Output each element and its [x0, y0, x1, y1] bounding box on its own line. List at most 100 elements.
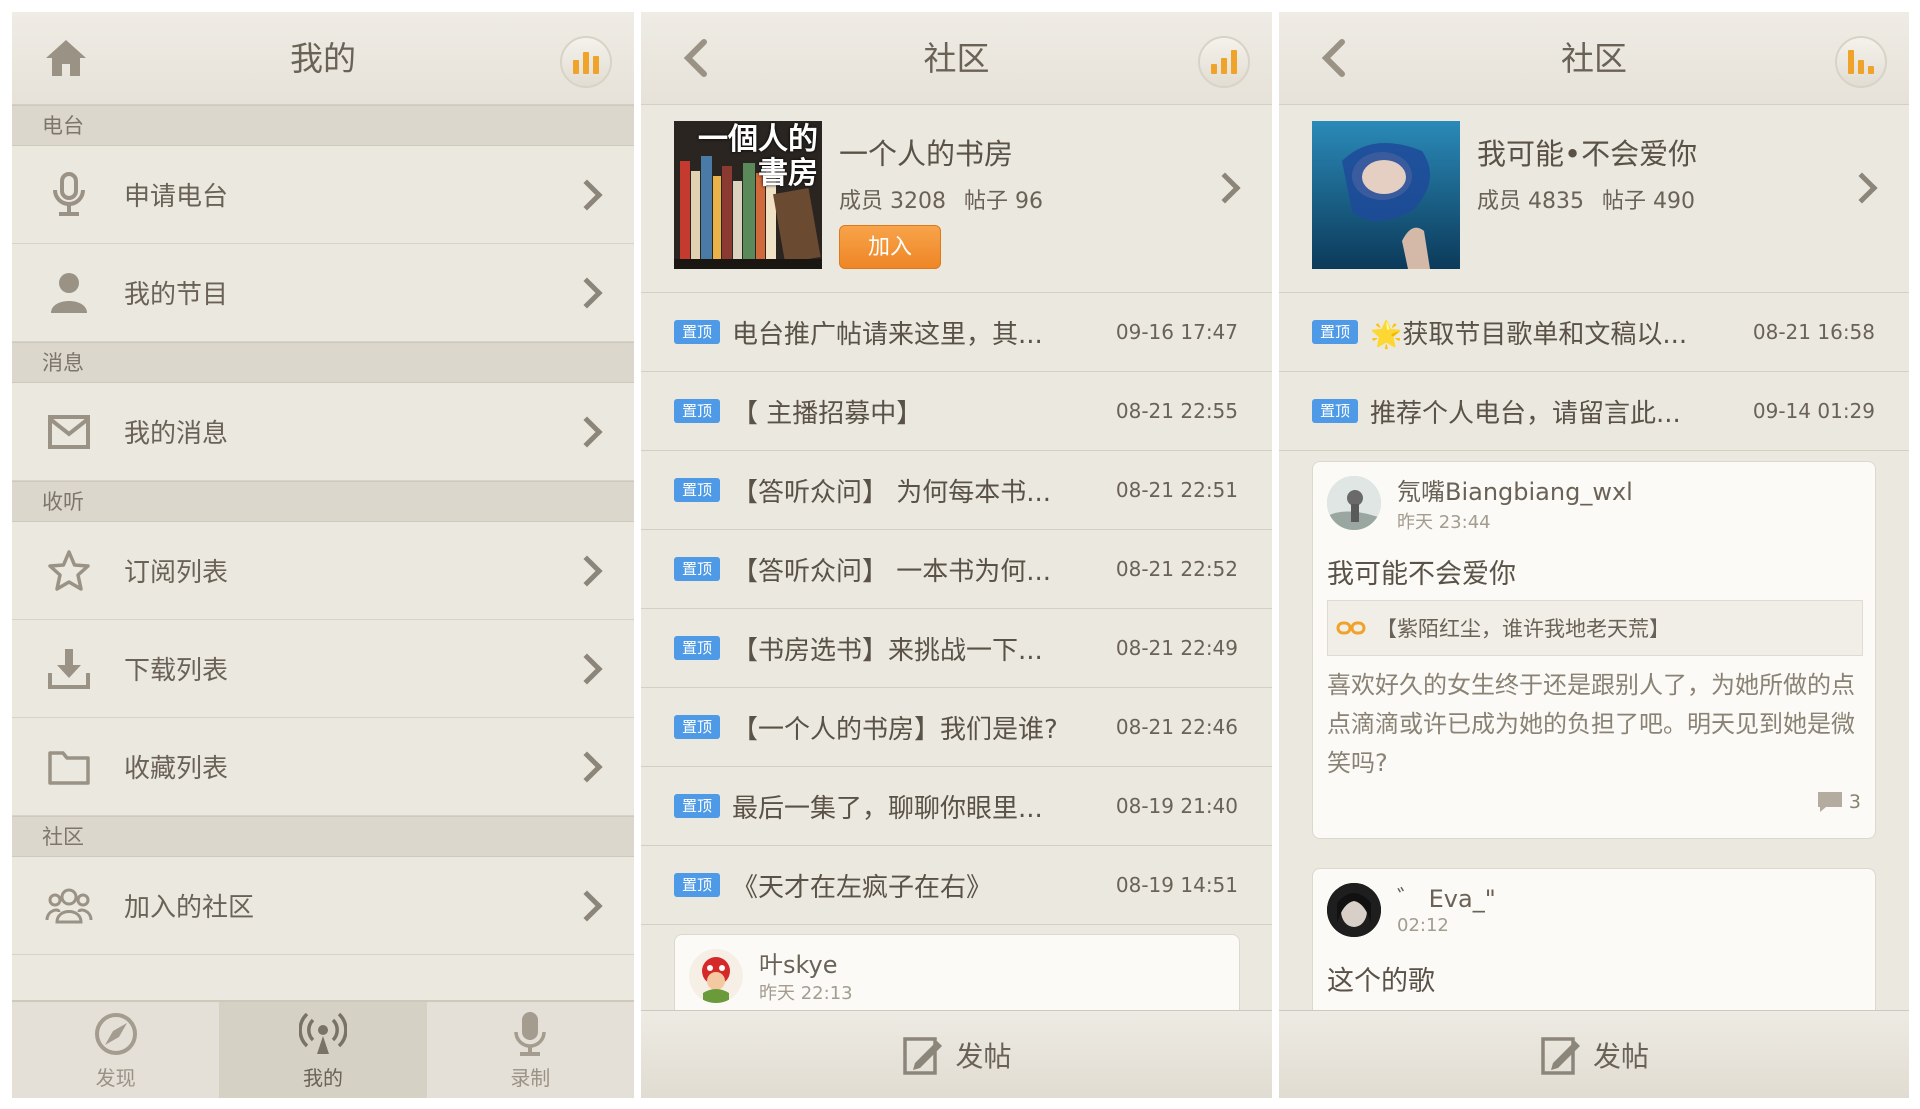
pin-badge: 置顶: [674, 399, 720, 423]
community-info[interactable]: 我可能•不会爱你 成员 4835 帖子 490: [1279, 105, 1909, 293]
post-body: 喜欢好久的女生终于还是跟别人了，为她所做的点点滴滴或许已成为她的负担了吧。明天见…: [1327, 671, 1855, 777]
post-title: 电台推广帖请来这里，其...: [732, 319, 1043, 350]
post-time: 08-21 22:46: [1115, 715, 1238, 739]
tab-mine[interactable]: 我的: [219, 1002, 427, 1098]
menu-joined-communities[interactable]: 加入的社区: [12, 857, 634, 955]
cover-title: 一個人的書房: [698, 122, 818, 191]
user-name: 叶skye: [759, 951, 838, 979]
post-title: 最后一集了，聊聊你眼里...: [732, 793, 1043, 824]
pinned-post[interactable]: 置顶 🌟获取节目歌单和文稿以... 08-21 16:58: [1279, 293, 1909, 372]
menu-my-shows[interactable]: 我的节目: [12, 244, 634, 342]
post-count: 帖子 490: [1601, 189, 1695, 214]
header: 社区: [1279, 12, 1909, 105]
stats-button[interactable]: [560, 36, 612, 88]
page-title: 社区: [923, 39, 990, 78]
shared-link[interactable]: 【紫陌红尘，谁许我地老天荒】: [1327, 600, 1863, 656]
chevron-right-icon: [571, 178, 603, 211]
pin-badge: 置顶: [674, 873, 720, 897]
post-title: 我可能不会爱你: [1327, 559, 1516, 590]
join-button[interactable]: 加入: [839, 225, 941, 269]
comment-count[interactable]: 3: [1816, 790, 1861, 814]
avatar: [1327, 883, 1381, 937]
community-info[interactable]: 一個人的書房 一个人的书房 成员 3208 帖子 96 加入: [641, 105, 1272, 293]
menu-subscriptions[interactable]: 订阅列表: [12, 522, 634, 620]
post-time: 08-21 16:58: [1752, 320, 1875, 344]
link-icon: [1336, 621, 1366, 635]
section-community: 社区: [12, 816, 634, 857]
avatar: [689, 949, 743, 1003]
new-post-button[interactable]: 发帖: [641, 1010, 1272, 1098]
community-panel-bookroom: 社区 一個人的書房 一个人的书房 成员 3208 帖子 96 加入 置顶 电台推…: [641, 12, 1272, 1098]
pin-badge: 置顶: [674, 557, 720, 581]
microphone-icon: [44, 170, 94, 220]
member-count: 成员 4835: [1477, 189, 1584, 214]
menu-label: 申请电台: [124, 182, 229, 212]
pinned-post[interactable]: 置顶 【答听众问】 一本书为何... 08-21 22:52: [641, 530, 1272, 609]
user-name: 氖嘴Biangbiang_wxl: [1397, 478, 1633, 506]
post-time: 08-19 14:51: [1115, 873, 1238, 897]
pinned-post[interactable]: 置顶 推荐个人电台，请留言此... 09-14 01:29: [1279, 372, 1909, 451]
header: 我的: [12, 12, 634, 105]
post-title: 这个的歌: [1327, 966, 1435, 997]
menu-label: 下载列表: [124, 656, 229, 686]
post-title: 【一个人的书房】我们是谁?: [732, 714, 1058, 745]
post-title: 【答听众问】 为何每本书...: [732, 477, 1052, 508]
pinned-post[interactable]: 置顶 【 主播招募中】 08-21 22:55: [641, 372, 1272, 451]
post-title: 【 主播招募中】: [732, 398, 923, 429]
pinned-post[interactable]: 置顶 《天才在左疯子在右》 08-19 14:51: [641, 846, 1272, 925]
pinned-post[interactable]: 置顶 【一个人的书房】我们是谁? 08-21 22:46: [641, 688, 1272, 767]
post-time: 08-21 22:52: [1115, 557, 1238, 581]
post-count: 帖子 96: [963, 189, 1043, 214]
chevron-right-icon: [571, 554, 603, 587]
post-time: 02:12: [1397, 915, 1449, 936]
menu-favorites[interactable]: 收藏列表: [12, 718, 634, 816]
star-icon: [44, 546, 94, 596]
group-icon: [44, 881, 94, 931]
compose-icon: [903, 1036, 943, 1075]
post-time: 昨天 23:44: [1397, 512, 1491, 533]
envelope-icon: [44, 407, 94, 457]
menu-label: 收藏列表: [124, 754, 229, 784]
new-post-button[interactable]: 发帖: [1279, 1010, 1909, 1098]
chevron-right-icon: [571, 750, 603, 783]
download-icon: [44, 644, 94, 694]
pin-badge: 置顶: [1312, 399, 1358, 423]
stats-button[interactable]: [1198, 36, 1250, 88]
pinned-post[interactable]: 置顶 【答听众问】 为何每本书... 08-21 22:51: [641, 451, 1272, 530]
stats-icon: [1211, 64, 1217, 74]
pin-badge: 置顶: [1312, 320, 1358, 344]
menu-downloads[interactable]: 下载列表: [12, 620, 634, 718]
menu-apply-radio[interactable]: 申请电台: [12, 146, 634, 244]
section-listen: 收听: [12, 481, 634, 522]
post-time: 09-16 17:47: [1115, 320, 1238, 344]
pinned-post[interactable]: 置顶 【书房选书】来挑战一下... 08-21 22:49: [641, 609, 1272, 688]
comment-icon: [1817, 792, 1842, 812]
post-title: 推荐个人电台，请留言此...: [1370, 398, 1681, 429]
menu-my-messages[interactable]: 我的消息: [12, 383, 634, 481]
pinned-post[interactable]: 置顶 电台推广帖请来这里，其... 09-16 17:47: [641, 293, 1272, 372]
community-name: 一个人的书房: [839, 137, 1014, 171]
chevron-right-icon: [571, 415, 603, 448]
post-title: 【答听众问】 一本书为何...: [732, 556, 1052, 587]
tab-discover[interactable]: 发现: [12, 1002, 219, 1098]
stats-button[interactable]: [1835, 36, 1887, 88]
post-time: 08-21 22:55: [1115, 399, 1238, 423]
community-cover: 一個人的書房: [674, 121, 822, 269]
tab-record[interactable]: 录制: [427, 1002, 634, 1098]
link-text: 【紫陌红尘，谁许我地老天荒】: [1376, 617, 1670, 641]
member-count: 成员 3208: [839, 189, 946, 214]
menu-label: 我的节目: [124, 280, 229, 310]
tab-label: 发现: [95, 1065, 136, 1090]
menu-label: 订阅列表: [124, 558, 229, 588]
stats-icon: [573, 60, 579, 74]
community-name: 我可能•不会爱你: [1477, 137, 1698, 171]
community-panel-love: 社区 我可能•不会爱你 成员 4835 帖子 490 置顶 🌟获取节目歌单和文稿以…: [1279, 12, 1909, 1098]
header: 社区: [641, 12, 1272, 105]
user-post-card[interactable]: 氖嘴Biangbiang_wxl 昨天 23:44 我可能不会爱你 【紫陌红尘，…: [1312, 461, 1876, 839]
post-title: 🌟获取节目歌单和文稿以...: [1370, 319, 1688, 350]
chevron-right-icon: [1209, 172, 1241, 204]
pin-badge: 置顶: [674, 320, 720, 344]
pinned-post[interactable]: 置顶 最后一集了，聊聊你眼里... 08-19 21:40: [641, 767, 1272, 846]
section-radio: 电台: [12, 105, 634, 146]
radio-icon: [298, 1010, 347, 1058]
